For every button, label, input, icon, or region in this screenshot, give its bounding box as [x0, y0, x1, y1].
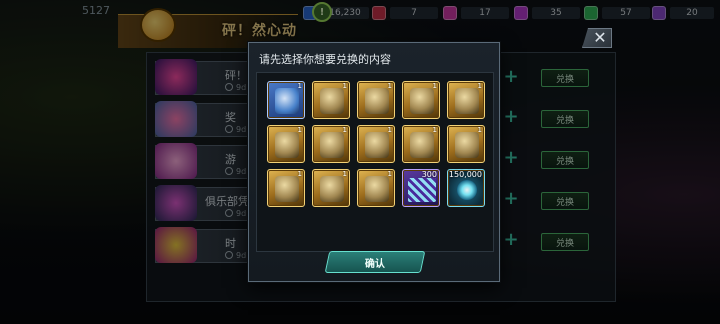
- gift-box-icon: [275, 88, 299, 114]
- item-slot[interactable]: 1: [357, 125, 395, 163]
- energy-orb-icon: [457, 180, 477, 200]
- card-pack-icon: [410, 88, 434, 114]
- card-pack-icon: [275, 176, 299, 202]
- card-pack-icon: [365, 88, 389, 114]
- item-slot[interactable]: 1: [267, 81, 305, 119]
- item-slot[interactable]: 1: [402, 125, 440, 163]
- item-slot[interactable]: 1: [447, 125, 485, 163]
- item-slot[interactable]: 1: [447, 81, 485, 119]
- exchange-select-dialog: 请先选择你想要兑换的内容 1 1 1 1 1 1 1 1 1 1 1 1 1 3…: [248, 42, 500, 282]
- item-quantity: 1: [432, 82, 437, 90]
- item-quantity: 1: [342, 170, 347, 178]
- item-slot[interactable]: 1: [267, 125, 305, 163]
- item-quantity: 1: [477, 126, 482, 134]
- item-quantity: 1: [387, 170, 392, 178]
- confirm-label: 确认: [365, 258, 385, 270]
- item-quantity: 1: [297, 170, 302, 178]
- card-pack-icon: [320, 88, 344, 114]
- item-quantity: 300: [421, 170, 437, 179]
- card-pack-icon: [320, 176, 344, 202]
- item-slot[interactable]: 1: [312, 169, 350, 207]
- card-pack-icon: [275, 132, 299, 158]
- card-pack-icon: [365, 176, 389, 202]
- item-grid: 1 1 1 1 1 1 1 1 1 1 1 1 1 300 150,000: [256, 72, 494, 252]
- item-slot[interactable]: 1: [357, 81, 395, 119]
- item-quantity: 1: [342, 126, 347, 134]
- card-pack-icon: [320, 132, 344, 158]
- item-slot[interactable]: 150,000: [447, 169, 485, 207]
- card-pack-icon: [365, 132, 389, 158]
- item-slot[interactable]: 1: [312, 81, 350, 119]
- item-quantity: 1: [297, 82, 302, 90]
- item-quantity: 1: [387, 82, 392, 90]
- item-quantity: 1: [297, 126, 302, 134]
- close-icon: ✕: [593, 28, 607, 47]
- item-quantity: 1: [477, 82, 482, 90]
- card-pack-icon: [455, 132, 479, 158]
- card-pack-icon: [410, 132, 434, 158]
- card-pack-icon: [455, 88, 479, 114]
- item-quantity: 1: [342, 82, 347, 90]
- dialog-title: 请先选择你想要兑换的内容: [259, 53, 391, 66]
- item-slot[interactable]: 300: [402, 169, 440, 207]
- item-slot[interactable]: 1: [402, 81, 440, 119]
- item-slot[interactable]: 1: [357, 169, 395, 207]
- item-slot[interactable]: 1: [312, 125, 350, 163]
- item-slot[interactable]: 1: [267, 169, 305, 207]
- dna-icon: [408, 178, 436, 202]
- item-quantity: 150,000: [448, 170, 482, 179]
- item-quantity: 1: [432, 126, 437, 134]
- confirm-button[interactable]: 确认: [324, 251, 426, 273]
- item-quantity: 1: [387, 126, 392, 134]
